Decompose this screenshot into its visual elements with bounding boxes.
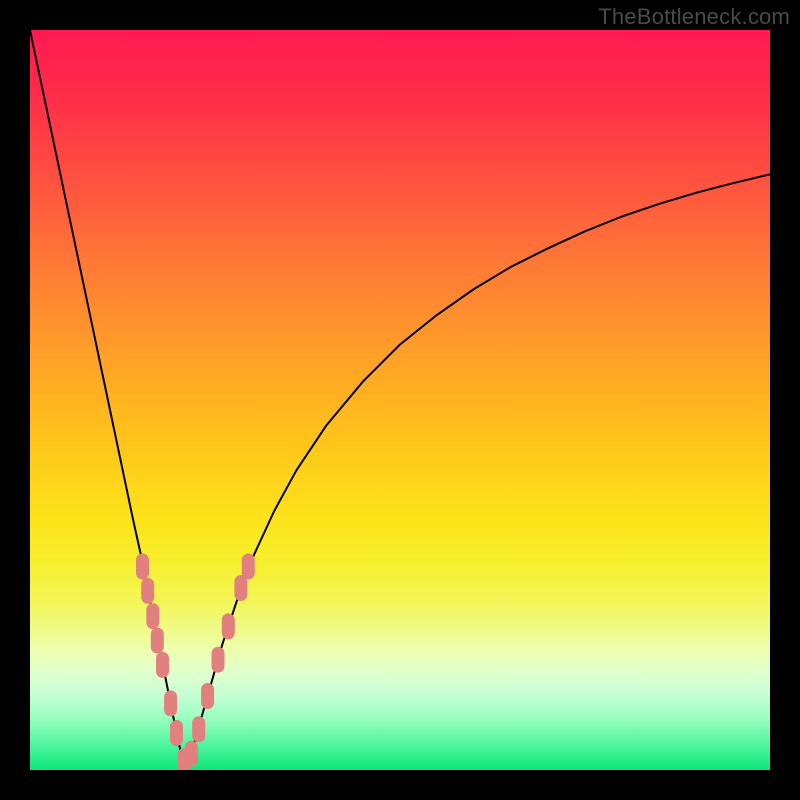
curve-marker	[170, 720, 183, 746]
curve-marker	[146, 603, 159, 629]
plot-area	[30, 30, 770, 770]
bottleneck-curve	[30, 30, 770, 770]
curve-marker	[185, 741, 198, 767]
watermark-text: TheBottleneck.com	[598, 4, 790, 30]
curve-marker	[151, 628, 164, 654]
marker-group	[136, 554, 255, 771]
curve-marker	[201, 683, 214, 709]
curve-marker	[141, 578, 154, 604]
curve-marker	[164, 690, 177, 716]
curve-marker	[242, 554, 255, 580]
curve-marker	[156, 652, 169, 678]
curve-marker	[222, 613, 235, 639]
outer-frame: TheBottleneck.com	[0, 0, 800, 800]
curve-marker	[192, 716, 205, 742]
curve-marker	[212, 647, 225, 673]
curve-marker	[234, 575, 247, 601]
curve-marker	[136, 554, 149, 580]
chart-svg	[30, 30, 770, 770]
